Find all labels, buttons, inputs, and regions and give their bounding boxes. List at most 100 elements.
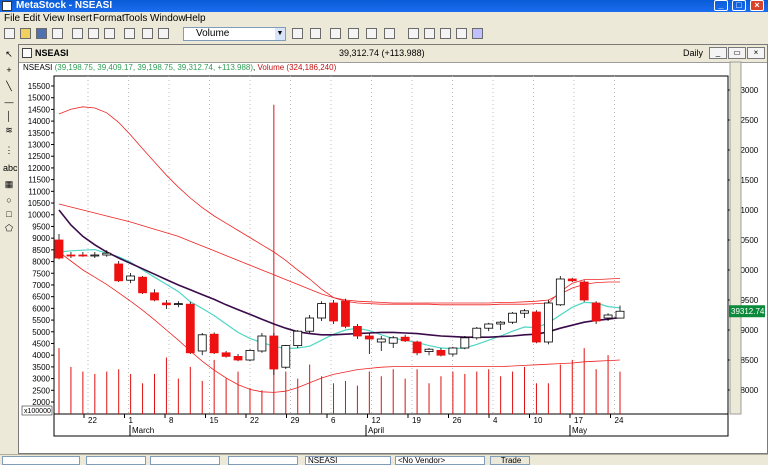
candle-body bbox=[388, 337, 398, 344]
volume-tick-label: 7000 bbox=[32, 281, 50, 290]
candle-body bbox=[305, 317, 315, 332]
candle-body bbox=[221, 352, 231, 357]
volume-tick-label: 4500 bbox=[32, 339, 50, 348]
volume-tick-label: 13500 bbox=[28, 129, 51, 138]
volume-tick-label: 8500 bbox=[32, 246, 50, 255]
volume-tick-label: 11500 bbox=[28, 176, 50, 185]
candle-body bbox=[162, 302, 171, 306]
x-tick-label: 1 bbox=[129, 416, 134, 425]
volume-tick-label: 10500 bbox=[28, 199, 51, 208]
x-tick-label: 26 bbox=[453, 416, 462, 425]
candle-body bbox=[555, 278, 565, 306]
candle-body bbox=[615, 310, 625, 319]
candle-body bbox=[579, 281, 589, 301]
volume-tick-label: 12500 bbox=[28, 152, 51, 161]
volume-tick-label: 15500 bbox=[28, 82, 51, 91]
x-tick-label: 19 bbox=[412, 416, 421, 425]
x-tick-label: 8 bbox=[169, 416, 174, 425]
candle-body bbox=[317, 303, 326, 319]
volume-tick-label: 8000 bbox=[32, 258, 50, 267]
candle-body bbox=[173, 303, 183, 306]
candle-body bbox=[484, 323, 494, 329]
candle-body bbox=[257, 335, 267, 352]
volume-tick-label: 7500 bbox=[32, 269, 50, 278]
x-tick-label: 22 bbox=[250, 416, 259, 425]
candle-body bbox=[508, 312, 517, 323]
candle-body bbox=[54, 239, 64, 259]
volume-tick-label: 10000 bbox=[28, 211, 51, 220]
vertical-scrollbar bbox=[729, 61, 742, 415]
month-label: April bbox=[368, 426, 384, 435]
candle-body bbox=[197, 334, 207, 352]
volume-tick-label: 15000 bbox=[28, 94, 51, 103]
candle-body bbox=[543, 302, 553, 343]
candle-body bbox=[448, 347, 458, 355]
volume-tick-label: 9000 bbox=[32, 234, 50, 243]
volume-tick-label: 12000 bbox=[28, 164, 51, 173]
candle-body bbox=[90, 254, 100, 257]
volume-tick-label: 3500 bbox=[32, 363, 50, 372]
candle-body bbox=[269, 335, 279, 370]
candle-body bbox=[603, 314, 613, 319]
candle-body bbox=[293, 330, 303, 347]
month-label: May bbox=[572, 426, 587, 435]
candle-body bbox=[341, 300, 350, 327]
candle-body bbox=[400, 336, 410, 342]
volume-scale-label: x100000 bbox=[24, 408, 51, 415]
status-bar: NSEASI <No Vendor> Trade bbox=[0, 454, 768, 465]
last-price-label: 39312.74 bbox=[731, 307, 765, 316]
x-tick-label: 12 bbox=[372, 416, 381, 425]
volume-tick-label: 2000 bbox=[32, 398, 50, 407]
volume-tick-label: 5500 bbox=[32, 316, 50, 325]
volume-tick-label: 4000 bbox=[32, 351, 50, 360]
volume-tick-label: 14000 bbox=[28, 117, 51, 126]
candle-body bbox=[102, 252, 112, 256]
candle-body bbox=[532, 311, 541, 343]
price-chart[interactable]: 1550015000145001400013500130001250012000… bbox=[0, 0, 768, 464]
x-tick-label: 29 bbox=[291, 416, 300, 425]
candle-body bbox=[233, 355, 243, 361]
volume-tick-label: 9500 bbox=[32, 222, 50, 231]
candle-body bbox=[78, 254, 88, 257]
candle-body bbox=[245, 349, 255, 361]
volume-tick-label: 11000 bbox=[28, 187, 50, 196]
plot-area bbox=[53, 75, 729, 415]
x-tick-label: 10 bbox=[534, 416, 543, 425]
x-tick-label: 24 bbox=[615, 416, 624, 425]
candle-body bbox=[185, 303, 195, 354]
candle-body bbox=[329, 302, 338, 322]
month-label: March bbox=[132, 426, 154, 435]
candle-body bbox=[281, 345, 291, 368]
candle-body bbox=[209, 333, 219, 354]
candle-body bbox=[412, 341, 422, 354]
candle-body bbox=[376, 338, 386, 343]
candle-body bbox=[436, 349, 446, 356]
x-axis-area bbox=[53, 413, 729, 437]
x-tick-label: 22 bbox=[88, 416, 97, 425]
candle-body bbox=[353, 325, 362, 337]
volume-tick-label: 14500 bbox=[28, 105, 51, 114]
candle-body bbox=[520, 310, 529, 314]
candle-body bbox=[460, 337, 470, 349]
candle-body bbox=[496, 321, 506, 325]
volume-tick-label: 6000 bbox=[32, 304, 50, 313]
candle-body bbox=[424, 348, 434, 353]
candle-body bbox=[364, 335, 374, 340]
volume-tick-label: 2500 bbox=[32, 386, 50, 395]
candle-body bbox=[591, 302, 601, 322]
candle-body bbox=[138, 276, 147, 294]
x-tick-label: 17 bbox=[574, 416, 583, 425]
candle-body bbox=[567, 278, 577, 282]
x-tick-label: 4 bbox=[493, 416, 498, 425]
volume-tick-label: 3000 bbox=[32, 375, 50, 384]
x-tick-label: 6 bbox=[331, 416, 336, 425]
volume-tick-label: 13000 bbox=[28, 141, 51, 150]
candle-body bbox=[114, 263, 124, 282]
candle-body bbox=[150, 292, 159, 301]
volume-tick-label: 6500 bbox=[32, 293, 50, 302]
x-tick-label: 15 bbox=[210, 416, 219, 425]
volume-tick-label: 5000 bbox=[32, 328, 50, 337]
candle-body bbox=[472, 327, 482, 339]
candle-body bbox=[126, 275, 136, 281]
candle-body bbox=[66, 254, 76, 257]
